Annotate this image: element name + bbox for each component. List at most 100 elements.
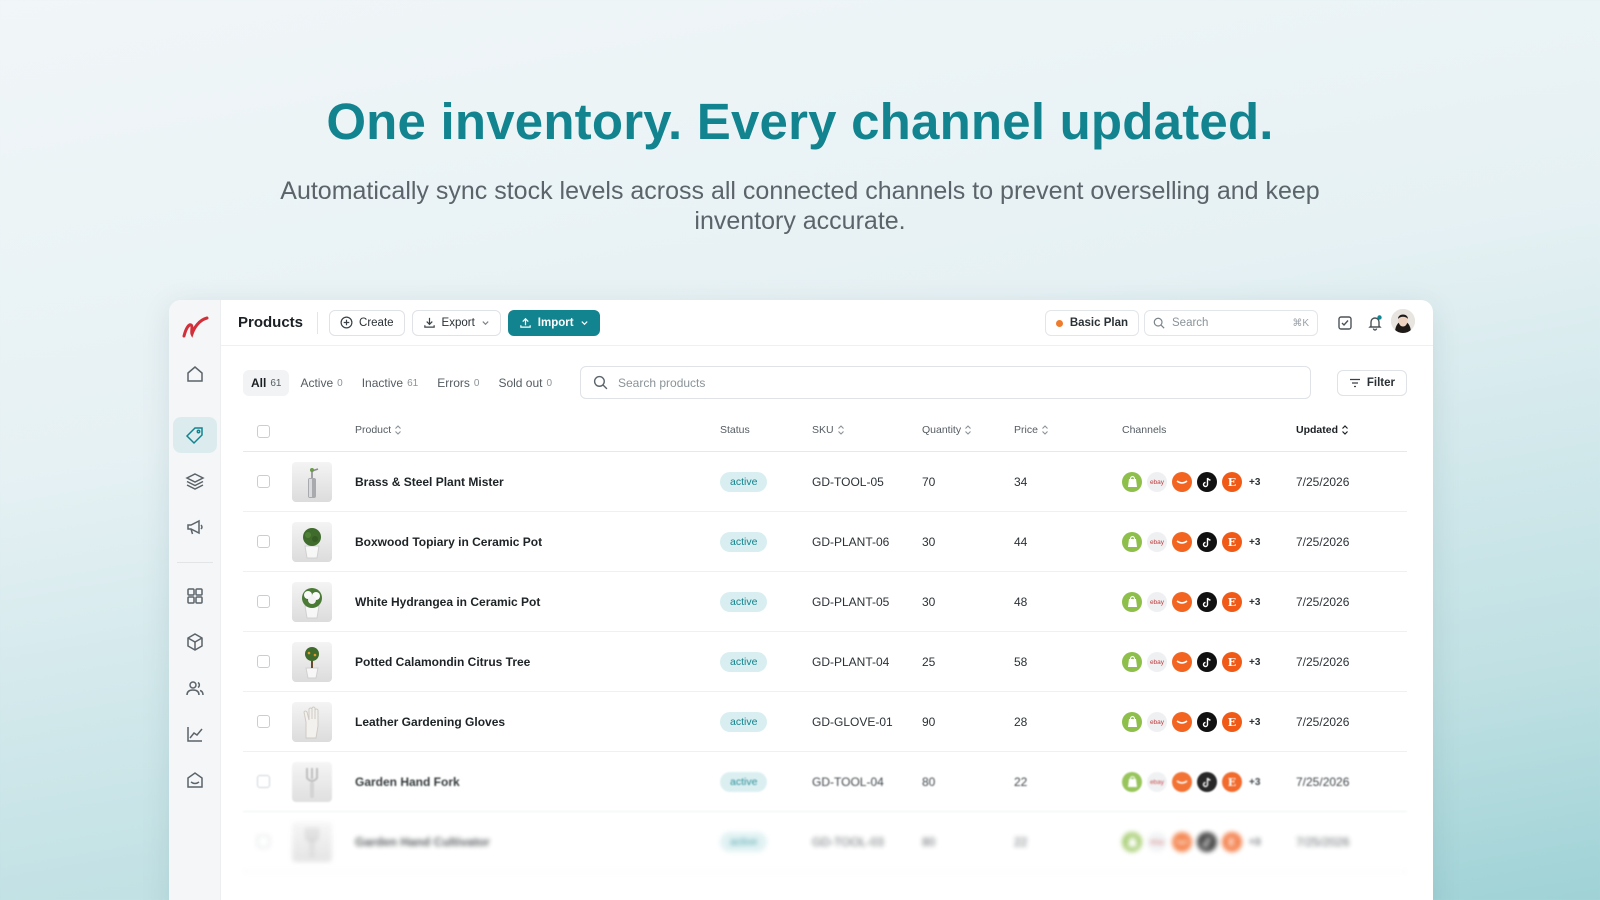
column-quantity-label: Quantity bbox=[922, 424, 962, 436]
tab-label: Errors bbox=[437, 376, 470, 390]
amazon-icon bbox=[1172, 472, 1192, 492]
product-name[interactable]: Garden Hand Fork bbox=[355, 775, 460, 789]
box-icon[interactable] bbox=[177, 624, 213, 660]
tab-count: 61 bbox=[407, 377, 419, 389]
column-sku[interactable]: SKU bbox=[812, 424, 845, 436]
updated-date: 7/25/2026 bbox=[1296, 475, 1350, 489]
channel-list: ebay E +3 bbox=[1122, 592, 1260, 612]
table-row[interactable]: Garden Hand Fork active GD-TOOL-04 80 22 ebay… bbox=[243, 752, 1407, 812]
row-checkbox[interactable] bbox=[257, 655, 270, 668]
ebay-icon: ebay bbox=[1147, 532, 1167, 552]
row-checkbox[interactable] bbox=[257, 595, 270, 608]
shopify-icon bbox=[1122, 592, 1142, 612]
megaphone-icon[interactable] bbox=[177, 509, 213, 545]
tab-inactive[interactable]: Inactive 61 bbox=[354, 370, 426, 396]
tab-active[interactable]: Active 0 bbox=[292, 370, 350, 396]
table-row[interactable]: Leather Gardening Gloves active GD-GLOVE-0… bbox=[243, 692, 1407, 752]
more-channels-count[interactable]: +3 bbox=[1249, 717, 1260, 728]
products-panel: All 61 Active 0 Inactive 61 Errors 0 Sol… bbox=[243, 346, 1407, 900]
column-quantity[interactable]: Quantity bbox=[922, 424, 972, 436]
table-row[interactable]: Potted Calamondin Citrus Tree active GD-PL… bbox=[243, 632, 1407, 692]
table-row[interactable]: Brass & Steel Plant Mister active GD-TOOL-… bbox=[243, 452, 1407, 512]
status-badge: active bbox=[720, 532, 768, 552]
row-checkbox[interactable] bbox=[257, 475, 270, 488]
tab-label: Active bbox=[300, 376, 334, 390]
global-search-input[interactable]: Search ⌘K bbox=[1144, 310, 1318, 336]
row-checkbox[interactable] bbox=[257, 835, 270, 848]
plan-badge[interactable]: Basic Plan bbox=[1044, 310, 1139, 336]
users-icon[interactable] bbox=[177, 670, 213, 706]
table-row[interactable]: Garden Hand Cultivator active GD-TOOL-03 80… bbox=[243, 812, 1407, 872]
tiktok-icon bbox=[1197, 532, 1217, 552]
export-button[interactable]: Export bbox=[411, 309, 501, 336]
etsy-icon: E bbox=[1222, 592, 1242, 612]
more-channels-count[interactable]: +3 bbox=[1249, 477, 1260, 488]
sort-icon bbox=[965, 425, 971, 435]
filter-lines-icon bbox=[1349, 378, 1360, 388]
row-checkbox[interactable] bbox=[257, 775, 270, 788]
product-search-input[interactable]: Search products bbox=[580, 366, 1311, 399]
tiktok-icon bbox=[1197, 472, 1217, 492]
create-button[interactable]: Create bbox=[329, 309, 405, 336]
filter-button[interactable]: Filter bbox=[1336, 370, 1407, 396]
updated-date: 7/25/2026 bbox=[1296, 595, 1350, 609]
user-avatar[interactable] bbox=[1391, 309, 1415, 333]
status-badge: active bbox=[720, 832, 768, 852]
home-icon[interactable] bbox=[177, 356, 213, 392]
table-header: Product Status SKU Quantity Price Channe… bbox=[243, 410, 1407, 452]
import-button[interactable]: Import bbox=[507, 309, 600, 336]
create-button-label: Create bbox=[359, 316, 394, 329]
product-price: 22 bbox=[1014, 775, 1028, 789]
table-row[interactable]: White Hydrangea in Ceramic Pot active GD-P… bbox=[243, 572, 1407, 632]
column-product[interactable]: Product bbox=[355, 424, 402, 436]
product-name[interactable]: Garden Hand Cultivator bbox=[355, 835, 490, 849]
more-channels-count[interactable]: +3 bbox=[1249, 777, 1260, 788]
select-all-checkbox[interactable] bbox=[257, 425, 270, 438]
notifications-bell-icon[interactable] bbox=[1364, 312, 1386, 334]
upload-icon bbox=[520, 317, 531, 328]
sort-icon bbox=[1342, 425, 1348, 435]
product-thumbnail bbox=[292, 702, 332, 742]
hero-subtitle: Automatically sync stock levels across a… bbox=[280, 177, 1320, 235]
product-name[interactable]: Leather Gardening Gloves bbox=[355, 715, 505, 729]
sort-icon bbox=[1042, 425, 1048, 435]
grid-icon[interactable] bbox=[177, 578, 213, 614]
tiktok-icon bbox=[1197, 772, 1217, 792]
product-name[interactable]: Brass & Steel Plant Mister bbox=[355, 475, 504, 489]
tiktok-icon bbox=[1197, 652, 1217, 672]
products-tag-icon[interactable] bbox=[173, 417, 217, 453]
product-thumbnail bbox=[292, 762, 332, 802]
status-badge: active bbox=[720, 472, 768, 492]
product-name[interactable]: Potted Calamondin Citrus Tree bbox=[355, 655, 530, 669]
tab-sold-out[interactable]: Sold out 0 bbox=[490, 370, 560, 396]
column-updated[interactable]: Updated bbox=[1296, 424, 1349, 436]
etsy-icon: E bbox=[1222, 772, 1242, 792]
status-badge: active bbox=[720, 592, 768, 612]
more-channels-count[interactable]: +3 bbox=[1249, 837, 1260, 848]
column-price[interactable]: Price bbox=[1014, 424, 1049, 436]
app-window: Products Create Export Import Basic Plan… bbox=[169, 300, 1433, 900]
store-icon[interactable] bbox=[177, 762, 213, 798]
status-badge: active bbox=[720, 772, 768, 792]
more-channels-count[interactable]: +3 bbox=[1249, 597, 1260, 608]
chevron-down-icon bbox=[580, 321, 588, 326]
tiktok-icon bbox=[1197, 592, 1217, 612]
product-sku: GD-PLANT-04 bbox=[812, 655, 890, 669]
layers-icon[interactable] bbox=[177, 463, 213, 499]
row-checkbox[interactable] bbox=[257, 535, 270, 548]
row-checkbox[interactable] bbox=[257, 715, 270, 728]
tab-label: Inactive bbox=[361, 376, 404, 390]
product-price: 48 bbox=[1014, 595, 1028, 609]
more-channels-count[interactable]: +3 bbox=[1249, 657, 1260, 668]
product-thumbnail bbox=[292, 582, 332, 622]
column-updated-label: Updated bbox=[1296, 424, 1338, 436]
more-channels-count[interactable]: +3 bbox=[1249, 537, 1260, 548]
analytics-icon[interactable] bbox=[177, 716, 213, 752]
plan-label: Basic Plan bbox=[1069, 317, 1128, 329]
table-row[interactable]: Boxwood Topiary in Ceramic Pot active GD-P… bbox=[243, 512, 1407, 572]
tasks-check-icon[interactable] bbox=[1334, 312, 1356, 334]
product-name[interactable]: Boxwood Topiary in Ceramic Pot bbox=[355, 535, 542, 549]
product-name[interactable]: White Hydrangea in Ceramic Pot bbox=[355, 595, 540, 609]
tab-errors[interactable]: Errors 0 bbox=[429, 370, 487, 396]
tab-all[interactable]: All 61 bbox=[243, 370, 290, 396]
